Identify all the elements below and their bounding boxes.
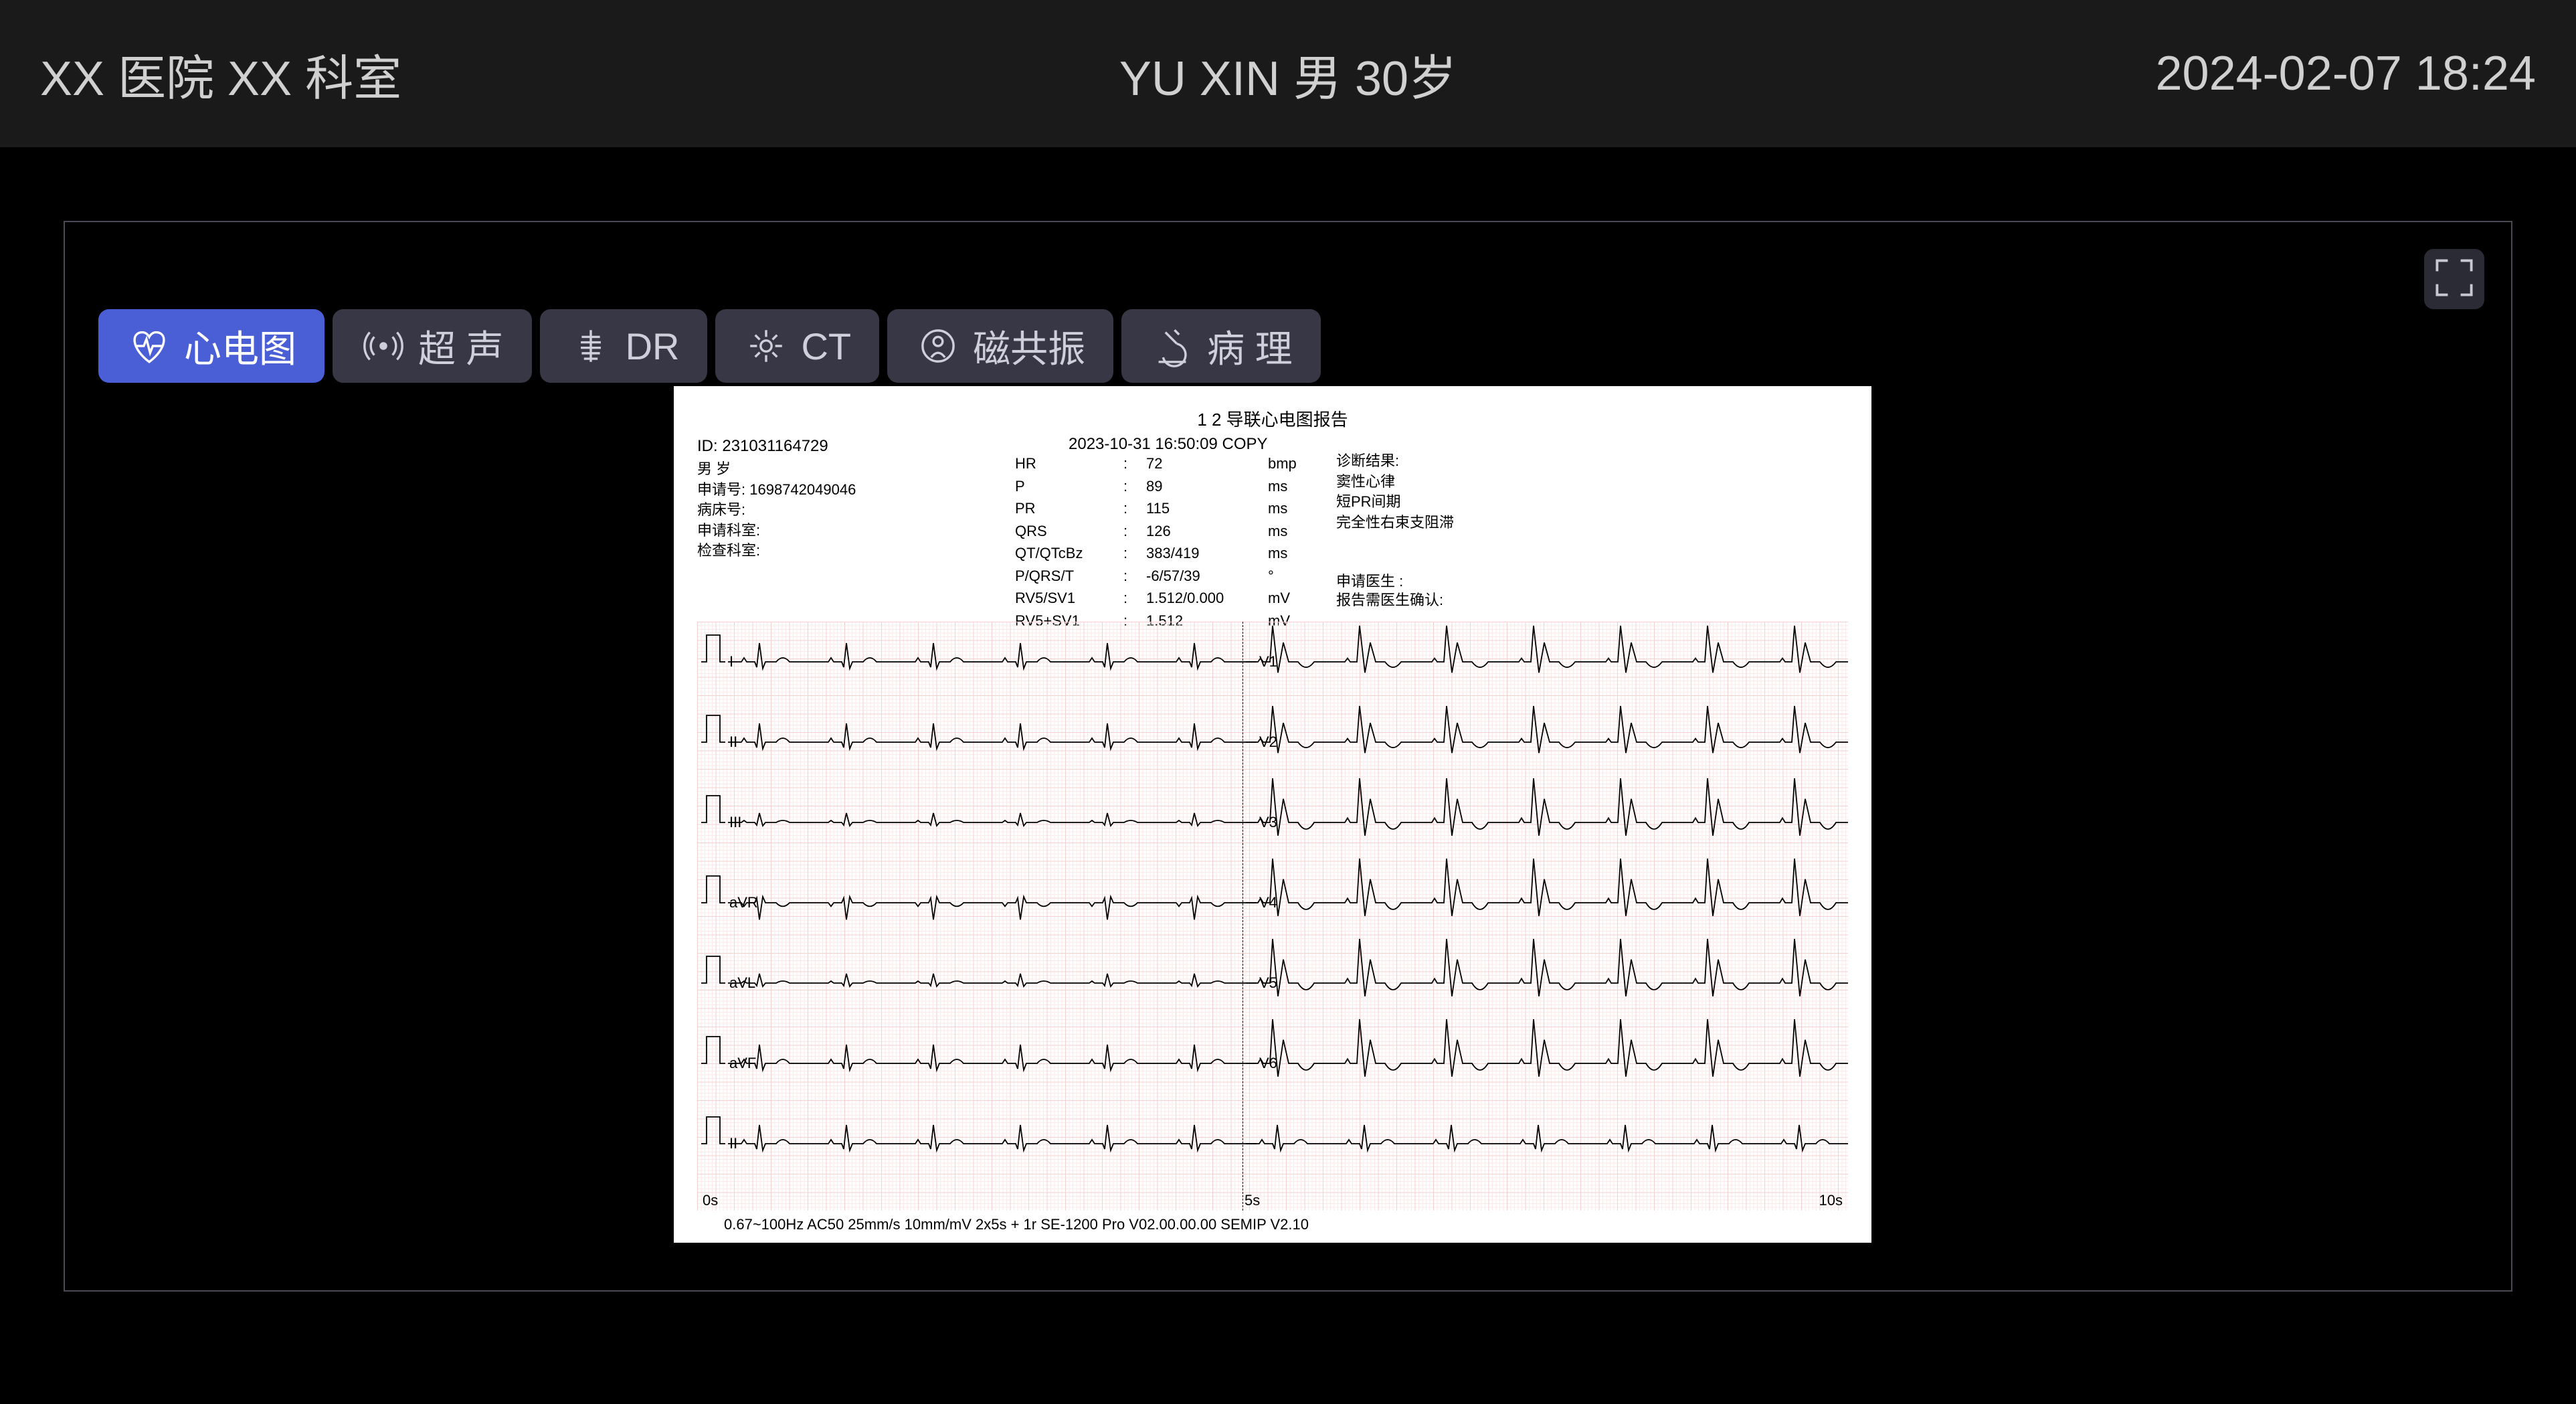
lead-label: II [729,1134,737,1153]
lead-label: V3 [1259,813,1277,832]
lead-label: V5 [1259,974,1277,992]
time-label-start: 0s [703,1191,718,1210]
report-meta-left: 男 岁 申请号: 1698742049046 病床号: 申请科室: 检查科室: [697,460,856,562]
microscope-icon [1149,323,1195,369]
report-diagnosis: 诊断结果: 窦性心律 短PR间期 完全性右束支阻滞 [1336,452,1454,533]
tab-ct[interactable]: CT [715,309,879,383]
param-label: HR [1015,453,1122,474]
id-label: ID: [697,437,718,455]
lead-label: aVL [729,974,755,992]
lead-label: II [729,733,737,752]
lead-label: aVR [729,893,758,912]
ct-icon [743,323,789,369]
param-unit: ms [1268,476,1308,497]
report-footer: 0.67~100Hz AC50 25mm/s 10mm/mV 2x5s + 1r… [724,1215,1309,1234]
apply-doc: 申请医生 : [1336,572,1443,591]
report-panel: 心电图 超 声 DR [64,221,2512,1292]
param-label: QRS [1015,521,1122,542]
meta-apply-no: 申请号: 1698742049046 [697,480,856,499]
clock: 2024-02-07 18:24 [1704,46,2536,101]
fullscreen-button[interactable] [2424,249,2484,309]
param-row: QT/QTcBz:383/419ms [1015,543,1308,564]
lead-label: aVF [729,1054,756,1073]
param-unit: bmp [1268,453,1308,474]
param-value: 72 [1146,453,1267,474]
top-bar: XX 医院 XX 科室 YU XIN 男 30岁 2024-02-07 18:2… [0,0,2576,147]
mri-icon [915,323,961,369]
lead-label: V1 [1259,652,1277,671]
lead-label: V2 [1259,733,1277,752]
tab-label: DR [626,325,680,368]
confirm: 报告需医生确认: [1336,591,1443,610]
param-unit: mV [1268,588,1308,609]
param-label: RV5/SV1 [1015,588,1122,609]
param-row: HR:72bmp [1015,453,1308,474]
param-label: P [1015,476,1122,497]
param-row: RV5/SV1:1.512/0.000mV [1015,588,1308,609]
id-value: 231031164729 [722,437,828,455]
lead-label: I [729,652,733,671]
ultrasound-icon [361,323,406,369]
meta-bed: 病床号: [697,501,856,519]
param-row: PR:115ms [1015,498,1308,519]
lead-label: V4 [1259,893,1277,912]
param-value: 89 [1146,476,1267,497]
lead-label: III [729,813,741,832]
expand-icon [2433,256,2476,302]
param-unit: ms [1268,521,1308,542]
param-unit: ms [1268,498,1308,519]
ecg-report-sheet: 1 2 导联心电图报告 ID: 231031164729 2023-10-31 … [674,386,1871,1243]
tab-label: 磁共振 [973,319,1085,373]
param-value: -6/57/39 [1146,565,1267,587]
meta-gender-age: 男 岁 [697,460,856,478]
time-label-mid: 5s [1245,1191,1260,1210]
tab-label: 病 理 [1207,319,1293,373]
param-label: P/QRS/T [1015,565,1122,587]
diag-line: 短PR间期 [1336,493,1454,511]
tab-pathology[interactable]: 病 理 [1121,309,1321,383]
tab-ultrasound[interactable]: 超 声 [333,309,532,383]
time-label-end: 10s [1819,1191,1843,1210]
meta-apply-dept: 申请科室: [697,521,856,540]
tab-dr[interactable]: DR [540,309,708,383]
modality-tabs: 心电图 超 声 DR [98,309,1321,383]
param-unit: ms [1268,543,1308,564]
tab-ecg[interactable]: 心电图 [98,309,325,383]
diag-line: 窦性心律 [1336,472,1454,491]
param-value: 383/419 [1146,543,1267,564]
param-label: QT/QTcBz [1015,543,1122,564]
org-title: XX 医院 XX 科室 [40,39,872,109]
param-label: PR [1015,498,1122,519]
tab-label: CT [801,325,851,368]
ecg-traces [697,622,1848,1211]
lead-label: V6 [1259,1054,1277,1073]
tab-label: 心电图 [184,319,296,373]
xray-icon [568,323,614,369]
tab-mri[interactable]: 磁共振 [887,309,1113,383]
param-value: 115 [1146,498,1267,519]
param-row: P/QRS/T:-6/57/39° [1015,565,1308,587]
report-id: ID: 231031164729 [697,436,828,456]
param-value: 1.512/0.000 [1146,588,1267,609]
patient-title: YU XIN 男 30岁 [872,39,1704,109]
tab-label: 超 声 [418,319,504,373]
param-value: 126 [1146,521,1267,542]
app-root: XX 医院 XX 科室 YU XIN 男 30岁 2024-02-07 18:2… [0,0,2576,1404]
report-title: 1 2 导联心电图报告 [674,409,1871,431]
ecg-area: IIIIIIaVRaVLaVFIIV1V2V3V4V5V6 0s 5s 10s [697,622,1848,1211]
param-row: QRS:126ms [1015,521,1308,542]
param-unit: ° [1268,565,1308,587]
heart-ecg-icon [126,323,172,369]
diag-title: 诊断结果: [1336,452,1454,470]
meta-exam-dept: 检查科室: [697,541,856,560]
diag-line: 完全性右束支阻滞 [1336,513,1454,532]
param-row: P:89ms [1015,476,1308,497]
report-sign: 申请医生 : 报告需医生确认: [1336,572,1443,609]
report-params: HR:72bmpP:89msPR:115msQRS:126msQT/QTcBz:… [1014,452,1309,632]
